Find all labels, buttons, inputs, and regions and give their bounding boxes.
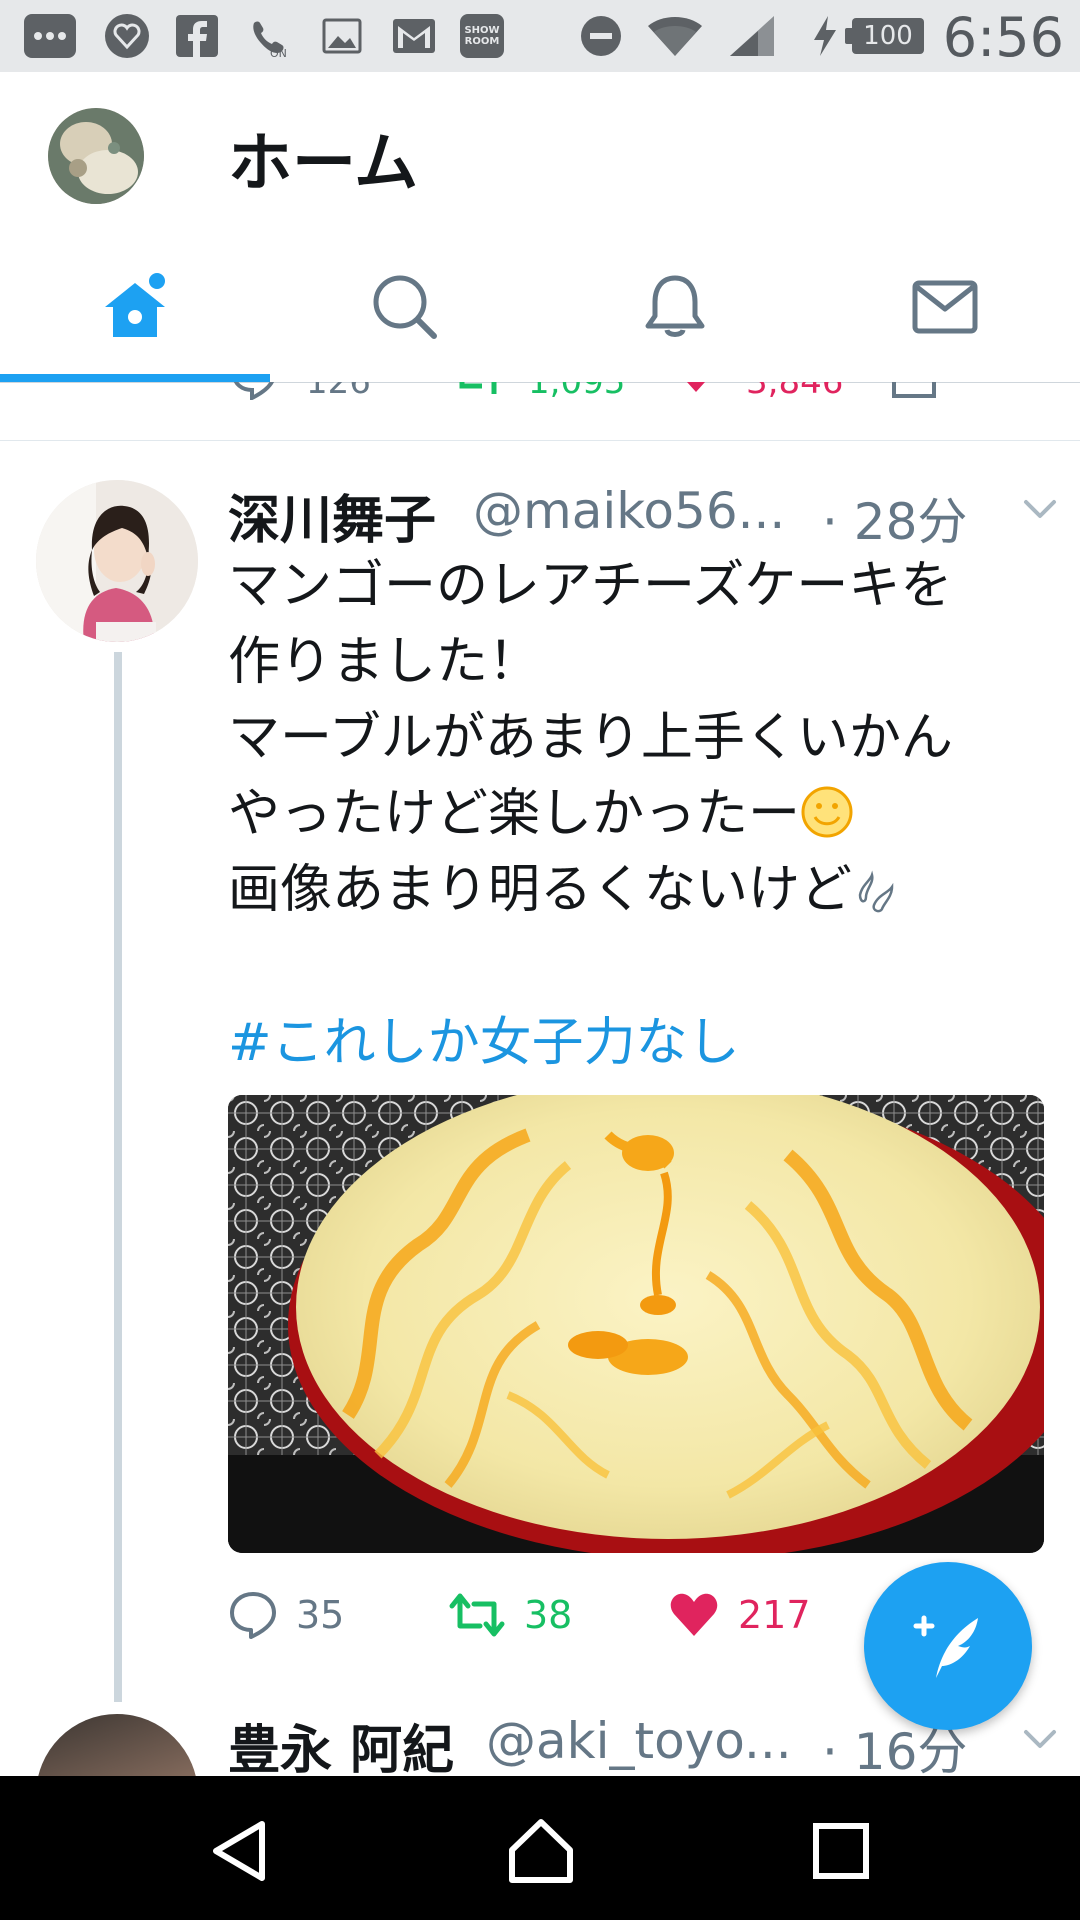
more-icon xyxy=(24,14,76,58)
tweet-divider xyxy=(0,440,1080,441)
heart-app-icon xyxy=(104,14,150,58)
facebook-icon xyxy=(176,14,218,58)
tab-home[interactable] xyxy=(0,232,270,382)
mail-icon xyxy=(912,280,978,334)
like-icon[interactable] xyxy=(674,382,718,396)
tweet-text-line-with-emoji: 画像あまり明るくないけど xyxy=(228,852,1058,928)
reply-icon xyxy=(230,1592,276,1639)
home-nav-button[interactable] xyxy=(496,1806,586,1896)
compose-feather-icon xyxy=(913,1615,978,1678)
tweet-header: 深川舞子 @maiko56... · 28分 xyxy=(228,478,1056,551)
back-button[interactable] xyxy=(196,1806,286,1896)
bell-icon xyxy=(645,275,705,337)
tab-bar xyxy=(0,232,1080,382)
tweet-text-line: マーブルがあまり上手くいかん xyxy=(228,708,953,768)
previous-tweet-actions: 126 1,095 3,846 xyxy=(0,382,1080,400)
previous-retweet-count: 1,095 xyxy=(528,382,625,400)
status-bar: ON SHOW ROOM 100 6:56 xyxy=(0,0,1080,72)
reply-count: 35 xyxy=(296,1593,345,1637)
do-not-disturb-icon xyxy=(580,14,622,58)
retweet-button[interactable]: 38 xyxy=(448,1580,572,1650)
retweet-icon xyxy=(449,1593,505,1637)
android-nav-bar xyxy=(0,1776,1080,1920)
signal-icon xyxy=(728,14,776,58)
tab-search[interactable] xyxy=(270,232,540,382)
back-triangle-icon xyxy=(213,1821,265,1881)
tweet-text-line-with-emoji: やったけど楽しかったー xyxy=(228,776,1058,852)
chevron-down-icon[interactable] xyxy=(1014,484,1066,536)
battery-icon: 100 xyxy=(845,18,924,54)
status-time: 6:56 xyxy=(942,6,1064,69)
home-icon xyxy=(105,273,165,337)
page-title: ホーム xyxy=(228,127,419,201)
next-tweet-avatar[interactable] xyxy=(36,1714,198,1776)
compose-tweet-button[interactable] xyxy=(864,1562,1032,1730)
profile-avatar[interactable] xyxy=(48,108,144,204)
tweet-image[interactable] xyxy=(228,1095,1044,1553)
tweet-text-line: マンゴーのレアチーズケーキを xyxy=(228,556,953,616)
smiley-emoji-icon xyxy=(801,786,853,838)
recents-button[interactable] xyxy=(796,1806,886,1896)
hashtag-link[interactable]: #これしか女子力なし xyxy=(228,1000,740,1075)
active-tab-indicator xyxy=(0,374,270,382)
retweet-count: 38 xyxy=(524,1593,573,1637)
chevron-down-icon[interactable] xyxy=(1014,1714,1066,1766)
next-tweet-author-handle[interactable]: @aki_toyo... xyxy=(486,1712,792,1770)
app-header: ホーム xyxy=(0,72,1080,232)
tweet-text-line: 作りました！ xyxy=(228,632,541,692)
svg-text:ON: ON xyxy=(270,47,287,59)
thread-connector xyxy=(114,652,122,1702)
previous-reply-count: 126 xyxy=(306,382,371,400)
home-outline-icon xyxy=(509,1819,573,1883)
showroom-icon: SHOW ROOM xyxy=(460,14,504,58)
retweet-icon[interactable] xyxy=(452,382,504,400)
like-button[interactable]: 217 xyxy=(668,1580,811,1650)
tab-notifications[interactable] xyxy=(540,232,810,382)
recents-square-icon xyxy=(813,1823,869,1879)
like-count: 217 xyxy=(738,1593,811,1637)
tweet-body: マンゴーのレアチーズケーキを 作りました！ マーブルがあまり上手くいかん やった… xyxy=(228,548,1058,928)
previous-like-count: 3,846 xyxy=(746,382,843,400)
reply-button[interactable]: 35 xyxy=(228,1580,344,1650)
tweet-timestamp: · 28分 xyxy=(822,493,968,551)
tweet-author-avatar[interactable] xyxy=(36,480,198,642)
sweat-droplets-icon xyxy=(858,870,894,913)
next-tweet-author-name[interactable]: 豊永 阿紀 xyxy=(228,1708,454,1776)
search-icon xyxy=(373,275,437,339)
wifi-icon xyxy=(646,14,704,58)
share-icon[interactable] xyxy=(890,382,938,400)
wifi-calling-icon: ON xyxy=(246,14,292,59)
tweet-author-handle[interactable]: @maiko56... xyxy=(473,482,785,540)
charging-icon xyxy=(812,14,838,58)
tweet-author-name[interactable]: 深川舞子 xyxy=(228,478,436,553)
reply-icon[interactable] xyxy=(230,382,278,400)
heart-icon xyxy=(670,1593,718,1636)
gmail-icon xyxy=(392,14,436,58)
image-icon xyxy=(322,14,362,58)
tab-messages[interactable] xyxy=(810,232,1080,382)
